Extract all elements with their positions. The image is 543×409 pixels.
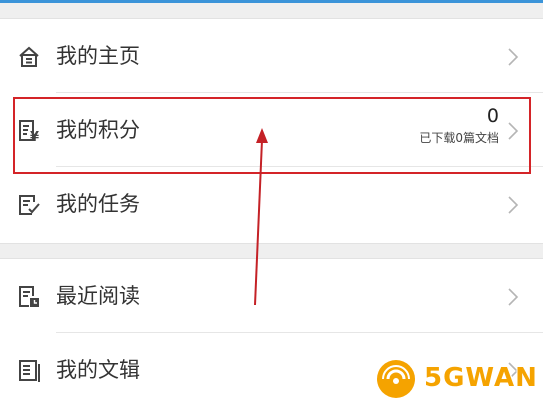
- watermark: 5GWAN: [372, 355, 543, 402]
- watermark-text: 5GWAN: [424, 363, 538, 393]
- annotation-arrow-icon: [254, 128, 268, 306]
- watermark-logo-icon: [377, 360, 415, 398]
